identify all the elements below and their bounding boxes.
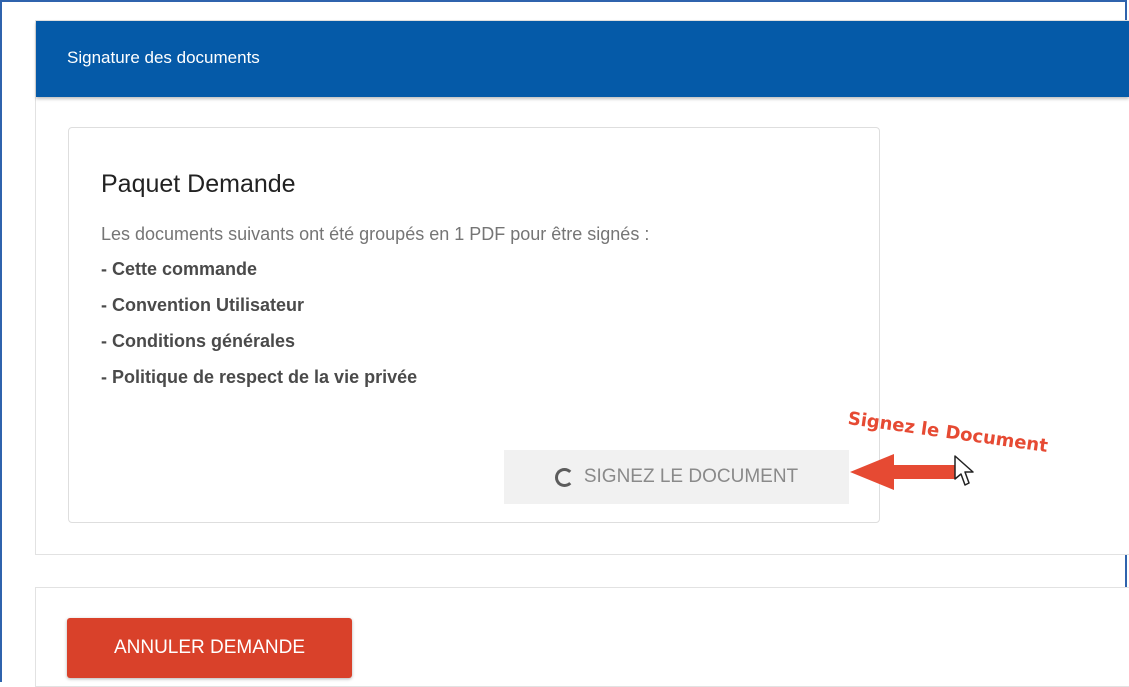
list-item: - Cette commande	[101, 259, 258, 279]
mouse-pointer-icon	[954, 455, 974, 486]
actions-panel: ANNULER DEMANDE	[35, 587, 1129, 687]
sign-button-label: SIGNEZ LE DOCUMENT	[583, 466, 799, 487]
package-description: Les documents suivants ont été groupés e…	[101, 224, 650, 244]
list-item: - Convention Utilisateur	[101, 295, 305, 315]
document-list: - Cette commande - Convention Utilisateu…	[101, 259, 417, 403]
cancel-request-button[interactable]: ANNULER DEMANDE	[67, 618, 352, 678]
list-item: - Conditions générales	[101, 331, 296, 351]
panel-header: Signature des documents	[36, 21, 1129, 97]
left-arrow-icon	[850, 454, 956, 490]
loading-spinner-icon	[554, 467, 574, 487]
list-item: - Politique de respect de la vie privée	[101, 367, 418, 387]
package-title: Paquet Demande	[101, 170, 296, 198]
sign-document-button[interactable]: SIGNEZ LE DOCUMENT	[504, 450, 849, 504]
document-package-card: Paquet Demande Les documents suivants on…	[68, 127, 880, 523]
panel-title: Signature des documents	[67, 48, 260, 67]
